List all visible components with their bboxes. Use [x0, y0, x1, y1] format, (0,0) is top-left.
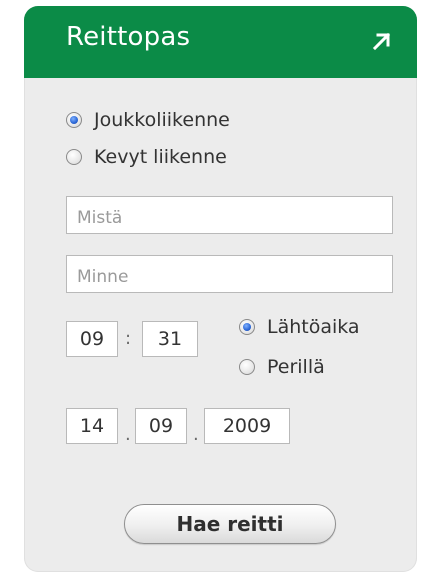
- hour-input[interactable]: 09: [66, 321, 118, 357]
- day-input[interactable]: 14: [66, 408, 118, 444]
- route-planner-widget: Reittopas Joukkoliikenne Kevyt liikenne …: [24, 6, 417, 572]
- minute-input[interactable]: 31: [142, 321, 198, 357]
- minute-value: 31: [157, 328, 183, 350]
- from-input[interactable]: Mistä: [66, 196, 393, 234]
- month-input[interactable]: 09: [135, 408, 187, 444]
- to-input[interactable]: Minne: [66, 255, 393, 293]
- radio-unselected-icon[interactable]: [239, 359, 255, 375]
- from-placeholder: Mistä: [77, 208, 123, 228]
- search-route-button[interactable]: Hae reitti: [124, 504, 336, 544]
- month-value: 09: [148, 415, 174, 437]
- widget-header: Reittopas: [24, 6, 417, 78]
- external-arrow-icon[interactable]: [371, 30, 393, 52]
- time-option-perilla[interactable]: Perillä: [239, 356, 325, 378]
- time-option-label: Perillä: [267, 356, 325, 378]
- mode-option-kevyt-liikenne[interactable]: Kevyt liikenne: [66, 146, 227, 168]
- to-placeholder: Minne: [77, 267, 129, 287]
- date-separator: .: [125, 424, 131, 445]
- search-route-button-label: Hae reitti: [176, 512, 284, 536]
- year-value: 2009: [222, 415, 272, 437]
- radio-selected-icon[interactable]: [239, 319, 255, 335]
- radio-unselected-icon[interactable]: [66, 149, 82, 165]
- mode-option-label: Kevyt liikenne: [94, 146, 227, 168]
- time-separator: :: [125, 328, 132, 349]
- year-input[interactable]: 2009: [204, 408, 290, 444]
- mode-option-joukkoliikenne[interactable]: Joukkoliikenne: [66, 109, 230, 131]
- radio-selected-icon[interactable]: [66, 112, 82, 128]
- time-option-label: Lähtöaika: [267, 316, 360, 338]
- mode-option-label: Joukkoliikenne: [94, 109, 230, 131]
- date-separator: .: [193, 424, 199, 445]
- time-option-lahtoaika[interactable]: Lähtöaika: [239, 316, 360, 338]
- day-value: 14: [79, 415, 105, 437]
- widget-title: Reittopas: [66, 22, 191, 52]
- hour-value: 09: [79, 328, 105, 350]
